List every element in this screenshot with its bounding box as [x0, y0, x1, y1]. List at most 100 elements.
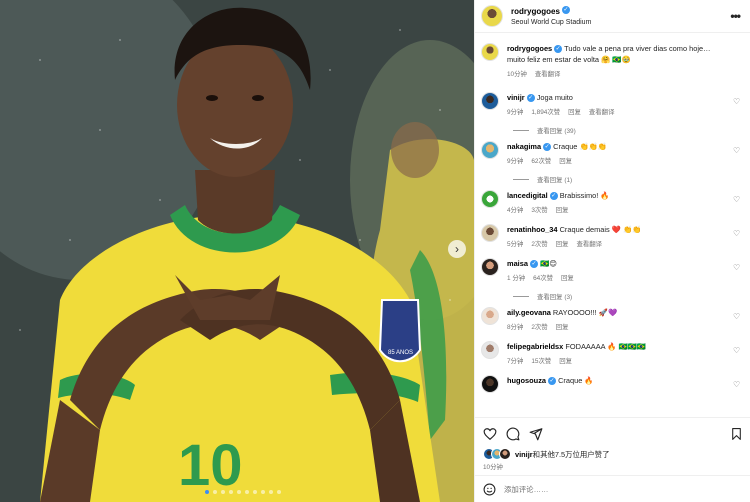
- comment-like-heart-icon[interactable]: ♡: [733, 264, 741, 272]
- carousel-dots: [205, 490, 281, 494]
- post-actions: vinijr和其他7.5万位用户赞了 10分钟: [475, 417, 750, 475]
- reply-link[interactable]: 回复: [556, 239, 569, 248]
- comment-username[interactable]: felipegabrieldsx: [507, 342, 563, 351]
- commenter-avatar[interactable]: [481, 92, 499, 110]
- liked-by-username[interactable]: vinijr: [515, 450, 533, 459]
- verified-badge-icon: ✓: [526, 94, 535, 103]
- comment-like-heart-icon[interactable]: ♡: [733, 347, 741, 355]
- carousel-dot[interactable]: [277, 490, 281, 494]
- comment-likes[interactable]: 1,894次赞: [531, 107, 560, 116]
- comment-input[interactable]: [504, 484, 743, 494]
- comment-likes[interactable]: 2次赞: [531, 239, 547, 248]
- comment-username[interactable]: renatinhoo_34: [507, 225, 558, 234]
- reply-link[interactable]: 回复: [556, 322, 569, 331]
- comment-time: 9分钟: [507, 158, 524, 165]
- comment-likes[interactable]: 64次赞: [533, 273, 553, 282]
- jersey-number: 10: [178, 433, 243, 498]
- comment-text: Craque 👏👏👏: [553, 142, 608, 151]
- view-replies-link[interactable]: 查看回复 (3): [513, 292, 743, 301]
- carousel-dot[interactable]: [221, 490, 225, 494]
- comment-username[interactable]: maisa: [507, 259, 528, 268]
- carousel-dot[interactable]: [245, 490, 249, 494]
- comment-text: Craque demais ❤️ 👏👏: [559, 225, 642, 234]
- comment-item: felipegabrieldsx FODAAAAA 🔥 🇧🇷🇧🇷🇧🇷 7分钟 1…: [481, 341, 743, 365]
- carousel-dot[interactable]: [269, 490, 273, 494]
- liked-by-others[interactable]: 和其他7.5万位用户赞了: [533, 450, 610, 459]
- caption-translate-link[interactable]: 查看翻译: [535, 69, 561, 78]
- comments-list[interactable]: rodrygogoes ✓ Tudo vale a pena pra viver …: [475, 33, 750, 417]
- post-photo[interactable]: 10 85 ANOS ›: [0, 0, 474, 502]
- translate-link[interactable]: 查看翻译: [576, 239, 602, 248]
- caption-time: 10分钟: [507, 71, 527, 78]
- comment-username[interactable]: aily.geovana: [507, 308, 551, 317]
- comment-like-heart-icon[interactable]: ♡: [733, 98, 741, 106]
- next-image-button[interactable]: ›: [448, 240, 466, 258]
- post-header: rodrygogoes ✓ Seoul World Cup Stadium •••: [475, 0, 750, 33]
- view-replies-link[interactable]: 查看回复 (1): [513, 175, 743, 184]
- comment-time: 5分钟: [507, 241, 524, 248]
- caption-username[interactable]: rodrygogoes: [507, 44, 552, 53]
- commenter-avatar[interactable]: [481, 141, 499, 159]
- commenter-avatar[interactable]: [481, 258, 499, 276]
- comment-likes[interactable]: 3次赞: [531, 205, 547, 214]
- caption-avatar[interactable]: [481, 43, 499, 61]
- reply-link[interactable]: 回复: [556, 205, 569, 214]
- author-username[interactable]: rodrygogoes: [511, 7, 560, 16]
- comment-icon[interactable]: [506, 427, 520, 441]
- comment-item: vinijr ✓ Joga muito 9分钟 1,894次赞 回复 查看翻译 ♡: [481, 92, 743, 116]
- commenter-avatar[interactable]: [481, 375, 499, 393]
- reply-link[interactable]: 回复: [568, 107, 581, 116]
- comment-like-heart-icon[interactable]: ♡: [733, 381, 741, 389]
- comment-username[interactable]: lancedigital: [507, 191, 548, 200]
- comment-username[interactable]: vinijr: [507, 93, 525, 102]
- commenter-avatar[interactable]: [481, 341, 499, 359]
- carousel-dot[interactable]: [229, 490, 233, 494]
- carousel-dot[interactable]: [213, 490, 217, 494]
- comment-like-heart-icon[interactable]: ♡: [733, 230, 741, 238]
- post-caption: rodrygogoes ✓ Tudo vale a pena pra viver …: [481, 43, 743, 78]
- commenter-avatar[interactable]: [481, 307, 499, 325]
- comment-like-heart-icon[interactable]: ♡: [733, 196, 741, 204]
- player-illustration: 10 85 ANOS: [0, 0, 474, 502]
- carousel-dot[interactable]: [253, 490, 257, 494]
- comment-time: 7分钟: [507, 358, 524, 365]
- comment-likes[interactable]: 62次赞: [531, 156, 551, 165]
- comment-item: lancedigital ✓ Brabissimo! 🔥 4分钟 3次赞 回复 ♡: [481, 190, 743, 214]
- comment-item: nakagima ✓ Craque 👏👏👏 9分钟 62次赞 回复 ♡: [481, 141, 743, 165]
- chevron-right-icon: ›: [455, 242, 459, 256]
- heart-icon[interactable]: [483, 427, 497, 441]
- liker-avatar[interactable]: [499, 448, 511, 460]
- comment-item: maisa ✓ 🇧🇷😊 1 分钟 64次赞 回复 ♡: [481, 258, 743, 282]
- share-icon[interactable]: [529, 427, 543, 441]
- carousel-dot[interactable]: [205, 490, 209, 494]
- post-viewer: 10 85 ANOS › rodrygogoes ✓ Seoul World C…: [0, 0, 750, 502]
- bookmark-icon[interactable]: [730, 427, 743, 441]
- view-replies-link[interactable]: 查看回复 (39): [513, 126, 743, 135]
- reply-link[interactable]: 回复: [559, 156, 572, 165]
- comment-item: renatinhoo_34 Craque demais ❤️ 👏👏 5分钟 2次…: [481, 224, 743, 248]
- comment-text: RAYOOOO!!! 🚀💜: [552, 308, 618, 317]
- post-location[interactable]: Seoul World Cup Stadium: [511, 17, 726, 28]
- comment-time: 8分钟: [507, 324, 524, 331]
- commenter-avatar[interactable]: [481, 224, 499, 242]
- verified-badge-icon: ✓: [529, 260, 538, 269]
- carousel-dot[interactable]: [237, 490, 241, 494]
- comment-likes[interactable]: 15次赞: [531, 356, 551, 365]
- comment-like-heart-icon[interactable]: ♡: [733, 147, 741, 155]
- author-avatar[interactable]: [481, 5, 503, 27]
- translate-link[interactable]: 查看翻译: [589, 107, 615, 116]
- comment-username[interactable]: nakagima: [507, 142, 541, 151]
- verified-badge-icon: ✓: [549, 192, 558, 201]
- comment-text: Craque 🔥: [558, 376, 594, 385]
- post-time: 10分钟: [483, 464, 503, 471]
- more-options-icon[interactable]: •••: [726, 9, 744, 23]
- comment-likes[interactable]: 2次赞: [531, 322, 547, 331]
- carousel-dot[interactable]: [261, 490, 265, 494]
- comment-like-heart-icon[interactable]: ♡: [733, 313, 741, 321]
- reply-link[interactable]: 回复: [561, 273, 574, 282]
- commenter-avatar[interactable]: [481, 190, 499, 208]
- post-side-panel: rodrygogoes ✓ Seoul World Cup Stadium •••…: [474, 0, 750, 502]
- comment-username[interactable]: hugosouza: [507, 376, 546, 385]
- smiley-icon[interactable]: [483, 483, 496, 496]
- reply-link[interactable]: 回复: [559, 356, 572, 365]
